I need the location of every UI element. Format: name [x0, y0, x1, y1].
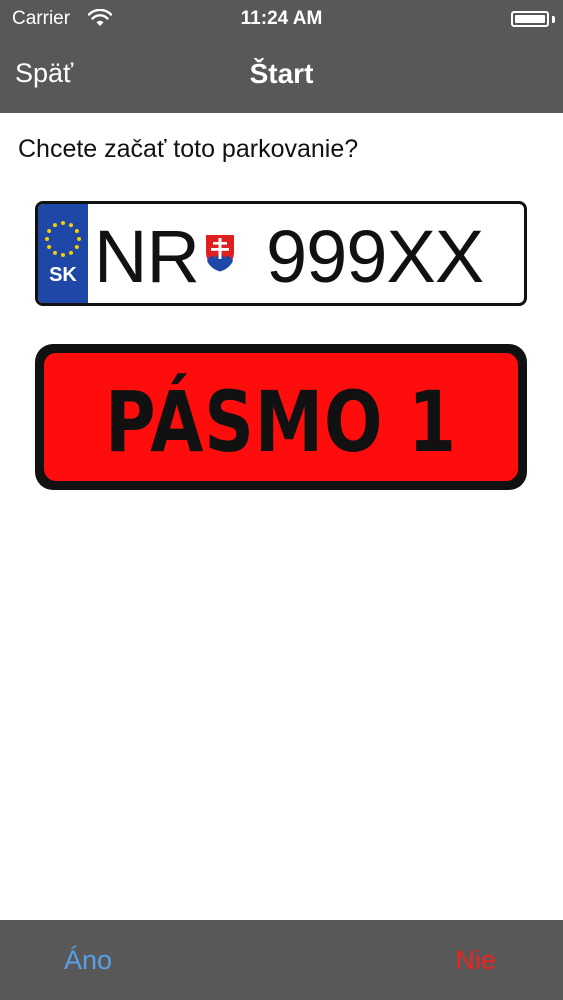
license-plate: SK NR 999XX: [35, 201, 527, 306]
battery-icon: [511, 11, 549, 27]
yes-button[interactable]: Áno: [64, 945, 112, 976]
page-title: Štart: [249, 58, 314, 89]
no-button[interactable]: Nie: [455, 945, 496, 976]
plate-region: NR: [94, 215, 200, 298]
eu-band: SK: [38, 204, 88, 303]
plate-number: 999XX: [266, 215, 484, 298]
slovak-coat-of-arms-icon: [204, 233, 236, 274]
navigation-bar: Späť Štart: [0, 38, 563, 113]
status-bar: Carrier 11:24 AM: [0, 0, 563, 38]
bottom-toolbar: Áno Nie: [0, 920, 563, 1000]
confirmation-question: Chcete začať toto parkovanie?: [18, 135, 359, 163]
zone-label: PÁSMO 1: [105, 373, 457, 471]
eu-stars-icon: [45, 221, 81, 257]
zone-sign-inner: PÁSMO 1: [44, 353, 518, 481]
battery-tip: [552, 16, 555, 23]
status-time: 11:24 AM: [240, 8, 323, 29]
country-code: SK: [49, 264, 77, 286]
zone-sign: PÁSMO 1: [35, 344, 527, 490]
